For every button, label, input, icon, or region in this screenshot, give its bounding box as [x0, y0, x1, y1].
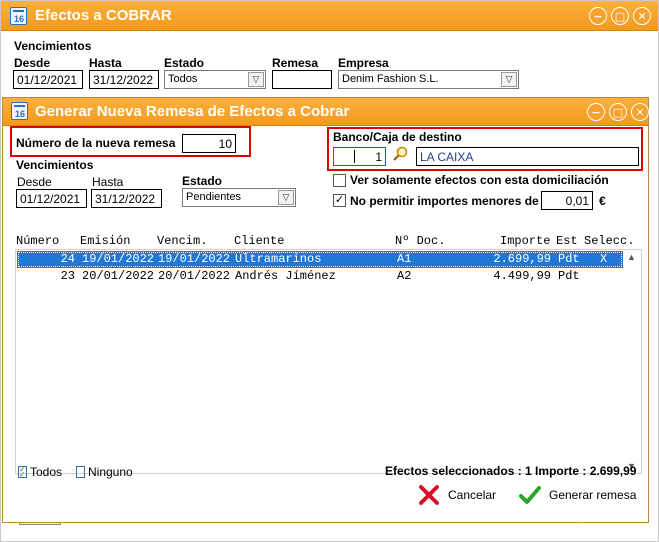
numero-label: Número de la nueva remesa	[16, 136, 176, 150]
cell-numero: 23	[60, 269, 75, 283]
hasta-label: Hasta	[92, 175, 124, 189]
estado-label: Estado	[182, 174, 223, 188]
maximize-icon[interactable]: □	[611, 7, 629, 25]
search-icon[interactable]	[392, 145, 410, 163]
efectos-table[interactable]: 24 19/01/2022 19/01/2022 Ultramarinos A1…	[15, 249, 642, 474]
close-icon[interactable]: ✕	[631, 103, 649, 121]
close-icon[interactable]: ✕	[633, 7, 651, 25]
desde-label: Desde	[17, 175, 52, 189]
col-header-doc[interactable]: Nº Doc.	[395, 234, 445, 248]
no-permitir-label: No permitir importes menores de	[350, 194, 539, 208]
generate-remesa-button[interactable]: Generar remesa	[519, 484, 636, 506]
dialog-title: Generar Nueva Remesa de Efectos a Cobrar	[35, 103, 350, 120]
maximize-icon[interactable]: □	[609, 103, 627, 121]
background-titlebar: 16 Efectos a COBRAR − □ ✕	[1, 1, 658, 31]
bg-remesa-label: Remesa	[272, 56, 319, 70]
cancel-button[interactable]: Cancelar	[418, 484, 496, 506]
bg-vencimientos-label: Vencimientos	[14, 39, 92, 53]
app-calendar-icon: 16	[11, 102, 28, 120]
select-none-button[interactable]: Ninguno	[76, 465, 133, 479]
cell-emision: 20/01/2022	[82, 269, 155, 283]
bg-empresa-select[interactable]: Denim Fashion S.L. ▽	[338, 70, 519, 89]
cell-vencim: 19/01/2022	[158, 252, 231, 266]
banco-label: Banco/Caja de destino	[333, 130, 462, 144]
cell-est: Pdt	[558, 269, 580, 283]
selection-summary: Efectos seleccionados : 1 Importe : 2.69…	[385, 464, 637, 478]
no-permitir-checkbox[interactable]: ✓	[333, 194, 346, 207]
vencimientos-label: Vencimientos	[16, 158, 94, 172]
table-row[interactable]: 23 20/01/2022 20/01/2022 Andrés Jíménez …	[17, 268, 623, 285]
generate-remesa-label: Generar remesa	[549, 488, 637, 502]
background-window-title: Efectos a COBRAR	[35, 7, 172, 24]
bg-empresa-value: Denim Fashion S.L.	[342, 73, 439, 85]
bg-remesa-field[interactable]	[272, 70, 332, 89]
minimize-icon[interactable]: −	[587, 103, 605, 121]
col-header-numero[interactable]: Número	[16, 234, 59, 248]
generar-remesa-dialog: 16 Generar Nueva Remesa de Efectos a Cob…	[2, 97, 649, 523]
numero-field[interactable]: 10	[182, 134, 236, 153]
minimize-icon[interactable]: −	[589, 7, 607, 25]
cell-cliente: Ultramarinos	[235, 252, 322, 266]
checkmark-icon	[519, 486, 541, 504]
col-header-emision[interactable]: Emisión	[80, 234, 130, 248]
cell-cliente: Andrés Jíménez	[235, 269, 336, 283]
no-permitir-field[interactable]: 0,01	[541, 191, 593, 210]
app-calendar-icon: 16	[10, 7, 27, 25]
banco-code-value: 1	[375, 150, 382, 164]
chevron-down-icon[interactable]: ▽	[278, 190, 294, 205]
text-cursor	[354, 150, 355, 163]
solo-domiciliacion-label: Ver solamente efectos con esta domicilia…	[350, 173, 609, 187]
cell-vencim: 20/01/2022	[158, 269, 231, 283]
hasta-field[interactable]: 31/12/2022	[91, 189, 162, 208]
col-header-selecc[interactable]: Selecc.	[584, 234, 634, 248]
estado-select[interactable]: Pendientes ▽	[182, 188, 296, 207]
bg-hasta-field[interactable]: 31/12/2022	[89, 70, 159, 89]
cell-doc: A1	[397, 252, 412, 266]
currency-symbol: €	[599, 194, 606, 208]
bg-hasta-label: Hasta	[89, 56, 122, 70]
col-header-est[interactable]: Est	[556, 234, 578, 248]
scroll-up-icon[interactable]: ▲	[627, 252, 636, 262]
estado-value: Pendientes	[186, 191, 242, 203]
cell-selecc: X	[600, 252, 608, 266]
vertical-scrollbar[interactable]: ▲ ▼	[624, 250, 641, 473]
cancel-label: Cancelar	[448, 488, 497, 502]
cell-importe: 2.699,99	[493, 252, 551, 266]
bg-desde-field[interactable]: 01/12/2021	[13, 70, 83, 89]
bg-estado-select[interactable]: Todos ▽	[164, 70, 266, 89]
empty-list-icon	[76, 466, 85, 478]
banco-name-field[interactable]: LA CAIXA	[416, 147, 639, 166]
cell-importe: 4.499,99	[493, 269, 551, 283]
col-header-vencim[interactable]: Vencim.	[157, 234, 207, 248]
dialog-titlebar: 16 Generar Nueva Remesa de Efectos a Cob…	[3, 98, 649, 126]
bg-empresa-label: Empresa	[338, 56, 389, 70]
bg-estado-label: Estado	[164, 56, 205, 70]
col-header-cliente[interactable]: Cliente	[234, 234, 284, 248]
bg-estado-value: Todos	[168, 73, 198, 85]
chevron-down-icon[interactable]: ▽	[248, 72, 264, 87]
solo-domiciliacion-checkbox[interactable]	[333, 174, 346, 187]
banco-code-field[interactable]: 1	[333, 147, 386, 166]
chevron-down-icon[interactable]: ▽	[501, 72, 517, 87]
desde-field[interactable]: 01/12/2021	[16, 189, 87, 208]
cell-doc: A2	[397, 269, 412, 283]
select-all-button[interactable]: ✓ ✓ Todos	[18, 465, 62, 479]
table-row[interactable]: 24 19/01/2022 19/01/2022 Ultramarinos A1…	[17, 251, 623, 268]
cell-numero: 24	[60, 252, 75, 266]
checklist-icon: ✓ ✓	[18, 465, 27, 479]
cell-emision: 19/01/2022	[82, 252, 155, 266]
select-none-label: Ninguno	[88, 465, 133, 479]
cell-est: Pdt	[558, 252, 580, 266]
bg-desde-label: Desde	[14, 56, 51, 70]
select-all-label: Todos	[30, 465, 63, 479]
col-header-importe[interactable]: Importe	[500, 234, 550, 248]
cancel-x-icon	[419, 485, 439, 505]
